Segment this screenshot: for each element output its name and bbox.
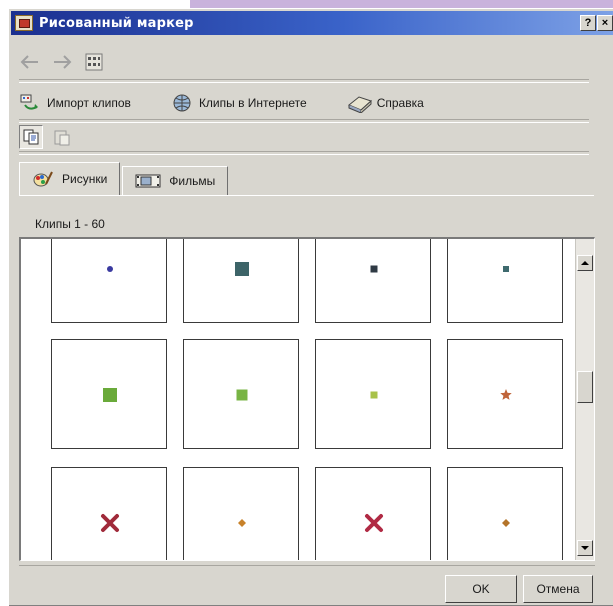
book-icon [347, 96, 372, 113]
clip-thumbnail[interactable] [447, 239, 563, 323]
help-command-label: Справка [376, 96, 424, 110]
tab-movies-label: Фильмы [169, 174, 216, 188]
tab-pictures[interactable]: Рисунки [19, 162, 121, 195]
square-marker-icon [235, 262, 249, 276]
square-marker-icon [236, 389, 248, 401]
square-marker-icon [503, 266, 509, 272]
clip-grid [19, 237, 595, 561]
tab-body-edge [19, 195, 594, 196]
clip-thumbnail[interactable] [51, 239, 167, 323]
clip-thumbnail[interactable] [447, 339, 563, 449]
diamond-marker-icon [238, 519, 246, 527]
toolbar-separator [19, 119, 589, 123]
forward-arrow-icon[interactable] [51, 51, 73, 73]
copy-button[interactable] [19, 125, 43, 149]
globe-icon [173, 94, 191, 112]
import-icon [20, 94, 38, 110]
scroll-thumb[interactable] [577, 371, 593, 404]
online-clips-button[interactable]: Клипы в Интернете [171, 93, 307, 113]
online-clips-label: Клипы в Интернете [198, 96, 307, 110]
clip-thumbnail[interactable] [447, 467, 563, 560]
clip-thumbnail[interactable] [315, 239, 431, 323]
button-separator [19, 565, 595, 566]
title-bar: Рисованный маркер ? × [11, 11, 613, 35]
import-clips-button[interactable]: Импорт клипов [19, 93, 131, 113]
clip-thumbnail[interactable] [183, 467, 299, 560]
paste-icon[interactable] [51, 126, 73, 148]
tab-pictures-label: Рисунки [62, 172, 108, 186]
import-clips-label: Импорт клипов [47, 96, 131, 110]
clip-thumbnail[interactable] [183, 239, 299, 323]
pictures-icon [33, 171, 53, 187]
toolbar-separator [19, 151, 589, 155]
scroll-up-icon [581, 261, 589, 265]
scroll-down-button[interactable] [577, 540, 593, 556]
close-button[interactable]: × [597, 15, 613, 31]
clip-thumbnail[interactable] [51, 467, 167, 560]
diamond-marker-icon [502, 519, 510, 527]
clip-art-dialog: Рисованный маркер ? × Импорт клипов Клип… [8, 8, 613, 606]
square-marker-icon [370, 265, 378, 273]
ok-button[interactable]: OK [445, 575, 517, 603]
tab-movies[interactable]: Фильмы [122, 166, 229, 195]
scroll-down-icon [581, 546, 589, 550]
help-command-button[interactable]: Справка [347, 93, 424, 113]
navigation-toolbar [19, 51, 115, 73]
scroll-up-button[interactable] [577, 255, 593, 271]
vertical-scrollbar[interactable] [575, 239, 594, 560]
grid-view-icon[interactable] [83, 51, 105, 73]
film-icon [135, 174, 161, 188]
copy-icon [23, 129, 39, 145]
clip-thumbnail[interactable] [183, 339, 299, 449]
clips-count: Клипы 1 - 60 [35, 217, 105, 231]
clipboard-toolbar [19, 125, 83, 149]
clip-thumbnail[interactable] [315, 467, 431, 560]
circle-marker-icon [107, 266, 113, 272]
help-button[interactable]: ? [580, 15, 596, 31]
cross-marker-icon [101, 514, 119, 532]
toolbar-separator [19, 79, 589, 83]
clip-thumbnail[interactable] [51, 339, 167, 449]
back-arrow-icon[interactable] [19, 51, 41, 73]
square-marker-icon [103, 388, 117, 402]
cross-marker-icon [365, 514, 383, 532]
star-marker-icon [500, 389, 512, 400]
tab-strip: Рисунки Фильмы [19, 161, 230, 195]
square-marker-icon [370, 391, 378, 399]
command-toolbar: Импорт клипов Клипы в Интернете Справка [19, 93, 464, 113]
window-title: Рисованный маркер [39, 15, 194, 31]
app-icon [15, 15, 33, 31]
clip-thumbnail[interactable] [315, 339, 431, 449]
cancel-button[interactable]: Отмена [523, 575, 593, 603]
